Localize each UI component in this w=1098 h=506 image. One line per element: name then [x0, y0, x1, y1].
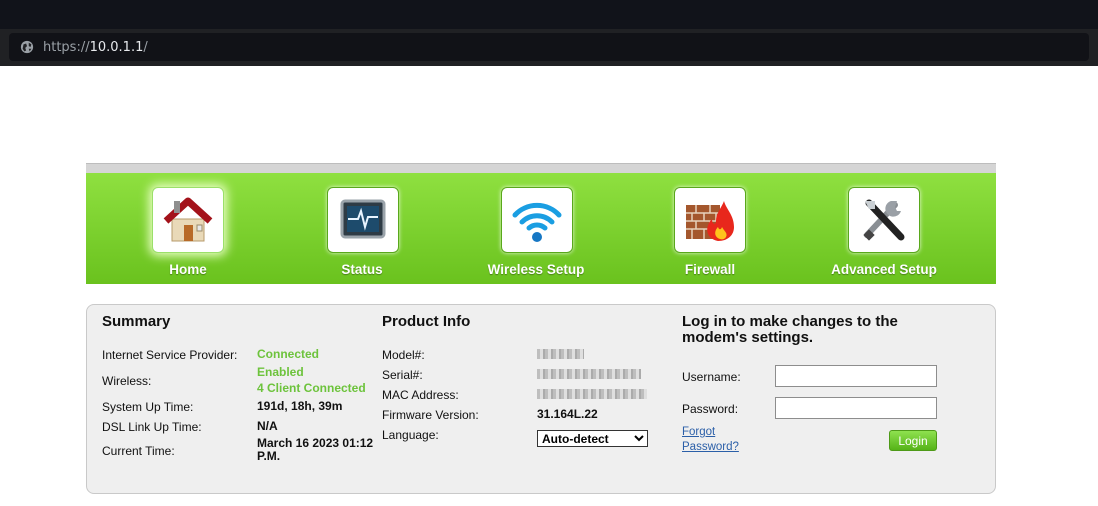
- language-label: Language:: [382, 428, 439, 442]
- forgot-password-link[interactable]: Forgot Password?: [682, 425, 739, 455]
- url-path: /: [143, 39, 148, 55]
- uptime-label: System Up Time:: [102, 400, 194, 414]
- house-icon: [152, 187, 224, 253]
- model-value-redacted: [537, 349, 584, 359]
- firmware-value: 31.164L.22: [537, 407, 598, 421]
- monitor-pulse-icon: [327, 187, 399, 253]
- serial-value-redacted: [537, 369, 641, 379]
- browser-tab-strip: [0, 0, 1098, 29]
- nav-top-border: [86, 163, 996, 173]
- login-button[interactable]: Login: [889, 430, 937, 451]
- info-panel: Summary Internet Service Provider: Conne…: [86, 304, 996, 494]
- nav-item-advanced-setup[interactable]: Advanced Setup: [797, 173, 971, 284]
- nav-item-firewall[interactable]: Firewall: [623, 173, 797, 284]
- nav-label-advanced-setup: Advanced Setup: [831, 262, 937, 277]
- firmware-label: Firmware Version:: [382, 408, 479, 422]
- tools-icon: [848, 187, 920, 253]
- username-label: Username:: [682, 370, 741, 384]
- isp-status: Connected: [257, 347, 320, 361]
- language-select[interactable]: Auto-detect: [537, 430, 648, 447]
- forgot-link-line1: Forgot: [682, 426, 716, 438]
- nav-label-firewall: Firewall: [684, 262, 736, 277]
- time-label: Current Time:: [102, 444, 175, 458]
- nav-item-home[interactable]: Home: [101, 173, 275, 284]
- uptime-value: 191d, 18h, 39m: [257, 399, 343, 413]
- globe-icon: [20, 40, 34, 54]
- nav-label-home: Home: [169, 262, 207, 277]
- nav-label-status: Status: [341, 262, 383, 277]
- nav-item-status[interactable]: Status: [275, 173, 449, 284]
- product-heading: Product Info: [382, 313, 471, 330]
- main-nav: Home Status Wireless Setup Firewall Adva…: [86, 173, 996, 284]
- address-bar[interactable]: https://10.0.1.1/: [9, 33, 1089, 61]
- username-input[interactable]: [775, 365, 937, 387]
- wireless-clients: 4 Client Connected: [257, 381, 366, 395]
- login-heading: Log in to make changes to the modem's se…: [682, 313, 898, 346]
- mac-value-redacted: [537, 389, 647, 399]
- nav-label-wireless-setup: Wireless Setup: [487, 262, 585, 277]
- wireless-label: Wireless:: [102, 374, 152, 388]
- model-label: Model#:: [382, 348, 425, 362]
- serial-label: Serial#:: [382, 368, 423, 382]
- wireless-status: Enabled: [257, 365, 304, 379]
- firewall-icon: [674, 187, 746, 253]
- password-label: Password:: [682, 402, 739, 416]
- nav-item-wireless-setup[interactable]: Wireless Setup: [449, 173, 623, 284]
- password-input[interactable]: [775, 397, 937, 419]
- url-host: 10.0.1.1: [89, 39, 144, 55]
- dsl-value: N/A: [257, 419, 278, 433]
- forgot-link-line2: Password?: [682, 441, 739, 453]
- dsl-label: DSL Link Up Time:: [102, 420, 202, 434]
- isp-label: Internet Service Provider:: [102, 348, 238, 362]
- wifi-icon: [501, 187, 573, 253]
- summary-heading: Summary: [102, 313, 171, 330]
- url-text: https://10.0.1.1/: [43, 40, 148, 55]
- url-scheme: https://: [43, 39, 90, 55]
- time-value: March 16 2023 01:12 P.M.: [257, 436, 374, 463]
- mac-label: MAC Address:: [382, 388, 459, 402]
